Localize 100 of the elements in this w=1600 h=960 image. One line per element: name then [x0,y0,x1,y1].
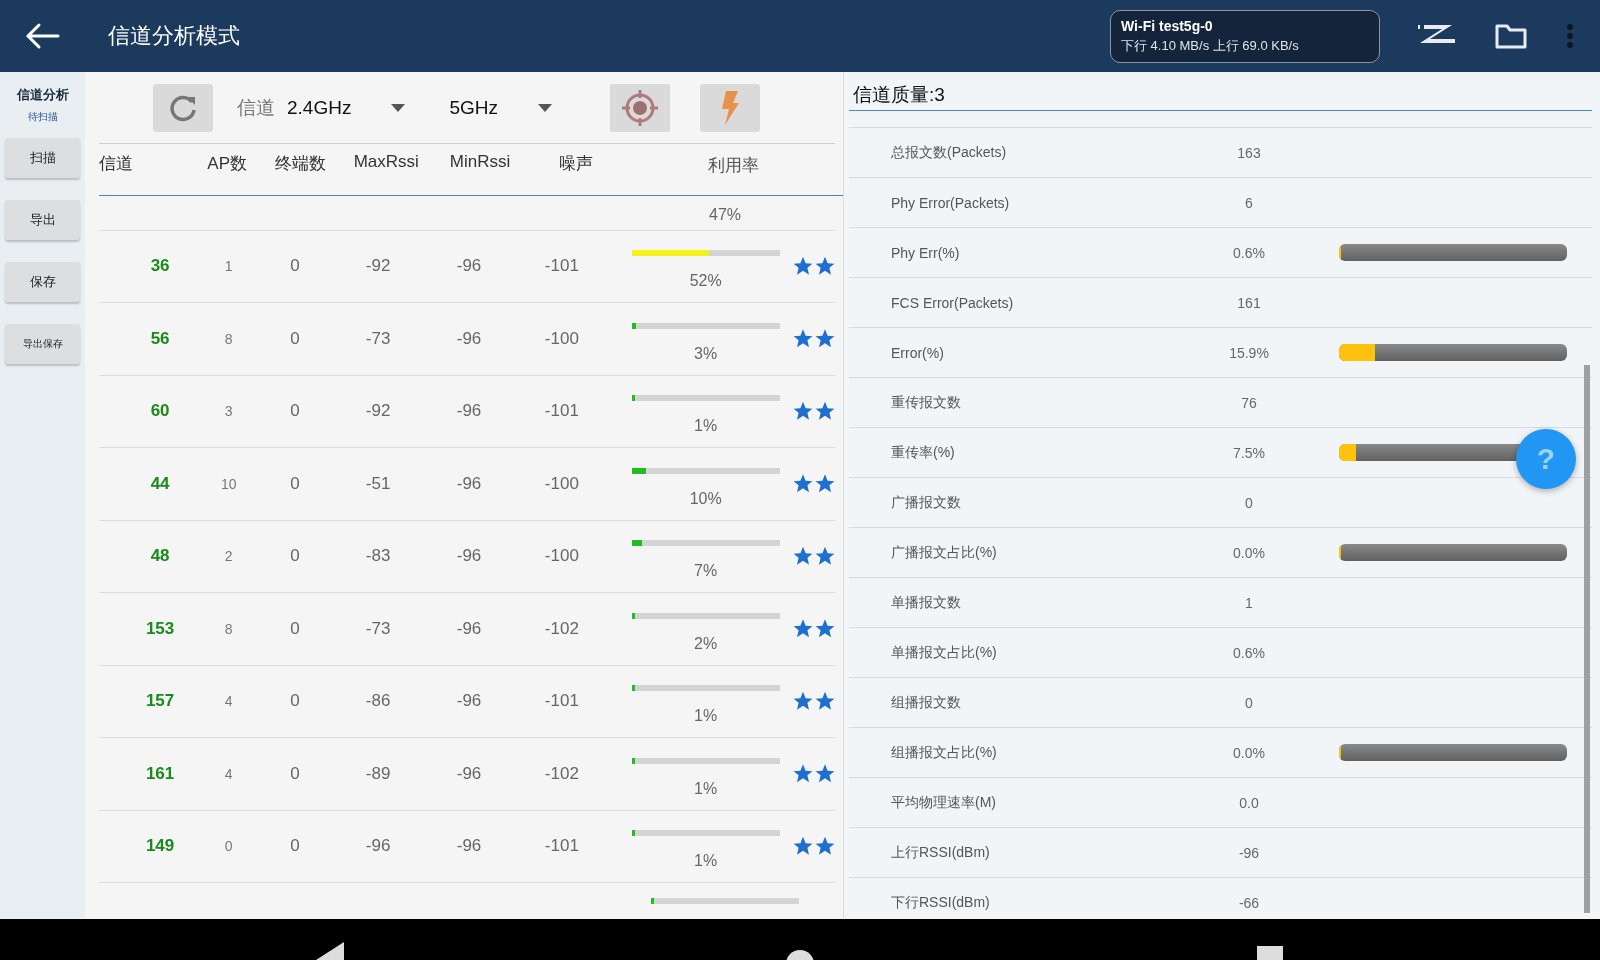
table-cell-text: -83 [364,546,392,567]
sidebar-button[interactable]: 导出 [5,200,80,240]
table-cell-text: 0 [223,838,234,855]
target-icon [620,87,660,128]
metric-label: 单播报文数 [890,593,962,612]
metric-label: FCS Error(Packets) [890,294,1015,311]
table-cell-text: -96 [455,763,483,784]
utilization-value: 1% [694,707,718,726]
column-header: MinRssi [448,151,512,173]
metric-value: 6 [1244,194,1254,211]
channel-number: 48 [149,546,171,567]
utilization-value: 3% [694,344,718,363]
table-cell-text: -102 [543,618,580,639]
metric-label: 重传率(%) [890,443,956,462]
table-cell-text: -86 [364,691,392,712]
band-dropdown[interactable]: 5GHz [449,96,552,119]
sidebar-button[interactable]: 保存 [5,262,80,302]
channel-number: 56 [149,328,171,349]
table-cell-text: -102 [543,763,580,784]
metric-label: 平均物理速率(M) [890,793,997,812]
table-cell-text: 0 [289,256,301,277]
sidebar-button[interactable]: 扫描 [5,138,80,178]
table-cell-text: -92 [364,401,392,422]
utilization-value: 52% [689,272,722,291]
metric-label: 重传报文数 [890,393,962,412]
metric-value: 7.5% [1232,444,1266,461]
table-cell-text: 8 [223,620,234,637]
table-cell-text: 4 [223,765,234,782]
wifi-name: Wi-Fi test5g-0 [1121,17,1214,34]
table-cell-text: -100 [543,473,580,494]
column-header: 信道 [99,153,134,175]
lightning-icon [720,90,740,125]
column-header: AP数 [206,153,248,175]
metric-value: 0 [1244,494,1254,511]
table-cell-text: 0 [289,691,301,712]
table-cell-text: 0 [289,328,301,349]
table-cell-text: -101 [543,691,580,712]
metric-label: 上行RSSI(dBm) [890,843,991,862]
utilization-value: 47% [709,205,741,224]
metric-value: 0 [1244,694,1254,711]
table-cell-text: -100 [543,328,580,349]
table-cell-text: -96 [364,836,392,857]
table-cell-text: -101 [543,256,580,277]
table-cell-text: -96 [455,473,483,494]
locate-button[interactable] [610,83,670,132]
table-cell-text: -96 [455,618,483,639]
folder-icon[interactable] [1494,22,1528,50]
sidebar-title: 信道分析 [16,86,69,104]
metric-value: 0.0% [1232,744,1266,761]
channel-number: 44 [149,473,171,494]
table-cell-text: 0 [289,546,301,567]
metric-value: 0.6% [1232,244,1266,261]
table-cell-text: 0 [289,473,301,494]
table-cell-text: -51 [364,473,392,494]
metric-value: -96 [1237,844,1261,861]
table-cell-text: 0 [289,401,301,422]
table-cell-text: -73 [364,618,392,639]
column-header: MaxRssi [352,151,420,173]
table-cell-text: -101 [543,836,580,857]
metric-value: -66 [1237,894,1261,911]
utilization-value: 7% [694,562,718,581]
metric-label: 单播报文占比(%) [890,643,998,662]
table-cell-text: 0 [289,763,301,784]
utilization-value: 1% [694,852,718,871]
table-cell-text: -96 [455,328,483,349]
metric-label: Phy Error(Packets) [890,194,1011,211]
table-cell-text: 8 [223,330,234,347]
table-cell-text: -96 [455,401,483,422]
utilization-value: 10% [689,489,722,508]
channel-number: 161 [144,763,176,784]
refresh-button[interactable] [153,83,213,132]
metric-label: 组播报文占比(%) [890,743,998,762]
table-cell-text: 2 [223,548,234,565]
wifi-rates: 下行 4.10 MB/s 上行 69.0 KB/s [1121,36,1300,55]
quality-title: 信道质量:3 [849,80,1592,111]
utilization-value: 1% [694,779,718,798]
table-cell-text: -92 [364,256,392,277]
channel-label: 信道 [237,95,275,120]
metric-label: Error(%) [890,344,945,361]
table-cell-text: -101 [543,401,580,422]
column-header: 终端数 [273,153,327,175]
sidebar-button[interactable]: 导出保存 [5,324,80,364]
metric-label: 广播报文占比(%) [890,543,998,562]
column-header: 利用率 [706,155,760,177]
channel-number: 60 [149,401,171,422]
metric-value: 0.0% [1232,544,1266,561]
utilization-value: 2% [694,634,718,653]
metric-label: 广播报文数 [890,493,962,512]
metric-value: 15.9% [1228,344,1270,361]
table-cell-text: -100 [543,546,580,567]
band-dropdown[interactable]: 2.4GHz [287,96,406,119]
metric-value: 0.0 [1238,794,1260,811]
table-cell-text: 4 [223,693,234,710]
table-cell-text: -96 [455,691,483,712]
metric-value: 163 [1236,144,1262,161]
scan-status: 待扫描 [27,110,58,124]
utilization-value: 1% [694,417,718,436]
table-cell-text: 3 [223,403,234,420]
table-cell-text: -96 [455,546,483,567]
caret-icon [391,103,406,112]
